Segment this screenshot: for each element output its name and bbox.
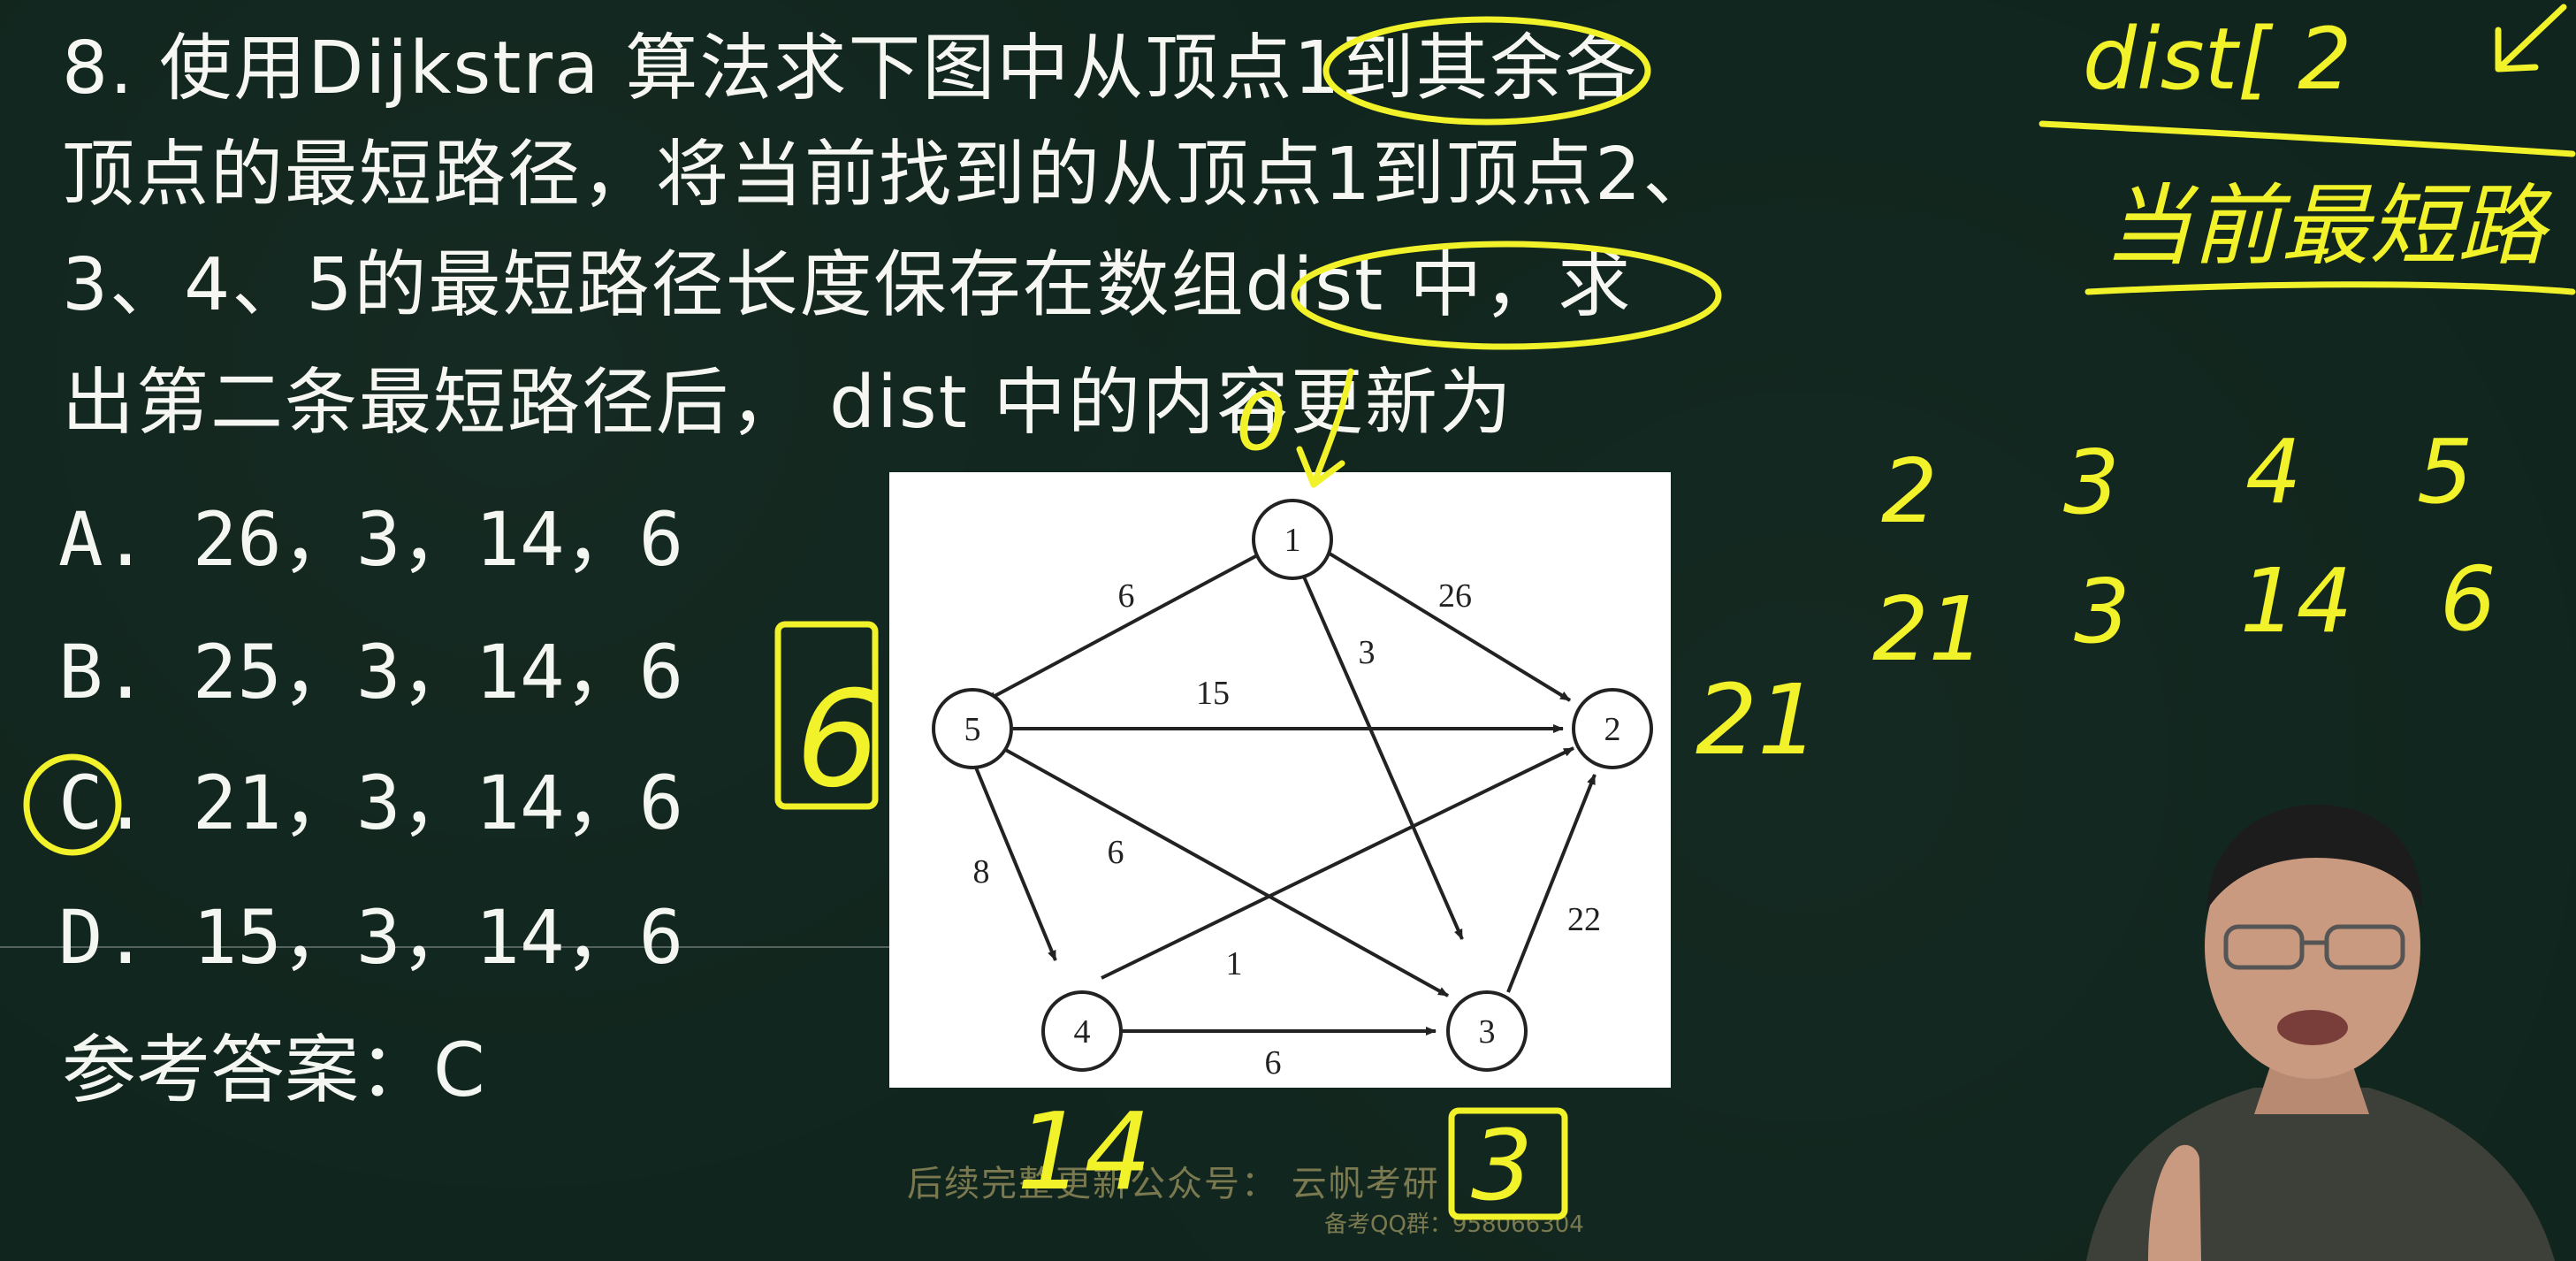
vertex-label-2: 2: [1604, 711, 1621, 748]
edge-4-2: [1101, 746, 1574, 980]
lecture-frame: 8. 使用Dijkstra 算法求下图中从顶点1到其余各 顶点的最短路径，将当前…: [0, 0, 2576, 1261]
option-d: D. 15，3，14，6: [58, 894, 684, 981]
qq-group-text: 备考QQ群：958066304: [1324, 1211, 1584, 1238]
edge-3-2: [1506, 774, 1597, 993]
weight-1-5: 6: [1118, 577, 1135, 615]
edge-1-2: [1328, 552, 1572, 702]
option-b: B. 25，3，14，6: [58, 629, 684, 715]
vertex-label-3: 3: [1479, 1013, 1496, 1051]
question-line-1: 8. 使用Dijkstra 算法求下图中从顶点1到其余各: [62, 27, 1639, 111]
option-c: C. 21，3，14，6: [58, 760, 684, 846]
reference-answer: 参考答案：C: [62, 1027, 485, 1113]
question-line-2: 顶点的最短路径，将当前找到的从顶点1到顶点2、: [62, 133, 1718, 217]
question-line-3: 3、4、5的最短路径长度保存在数组dist 中，求: [62, 243, 1633, 327]
directed-graph: 1 2 3 4 5 6 26 3 15 8 6 1 6 22: [932, 499, 1653, 1081]
vertex-label-5: 5: [964, 711, 981, 748]
graph-figure: 1 2 3 4 5 6 26 3 15 8 6 1 6 22: [889, 472, 1671, 1088]
watermark-text: 后续完整更新公众号： 云帆考研: [907, 1164, 1440, 1204]
edge-1-3: [1301, 574, 1464, 940]
vertex-label-1: 1: [1284, 522, 1301, 559]
weight-4-3: 6: [1265, 1044, 1282, 1081]
weight-1-2: 26: [1438, 577, 1472, 615]
vertex-label-4: 4: [1074, 1013, 1091, 1051]
teacher-figure: [2086, 805, 2555, 1261]
weight-5-3: 6: [1108, 834, 1124, 871]
option-a: A. 26，3，14，6: [58, 496, 684, 583]
weight-1-3: 3: [1359, 634, 1376, 671]
weight-3-2: 22: [1567, 901, 1601, 938]
weight-5-2: 15: [1196, 675, 1230, 712]
weight-4-2: 1: [1226, 945, 1243, 982]
weight-5-4: 8: [973, 853, 990, 890]
question-line-4: 出第二条最短路径后， dist 中的内容更新为: [62, 361, 1513, 445]
